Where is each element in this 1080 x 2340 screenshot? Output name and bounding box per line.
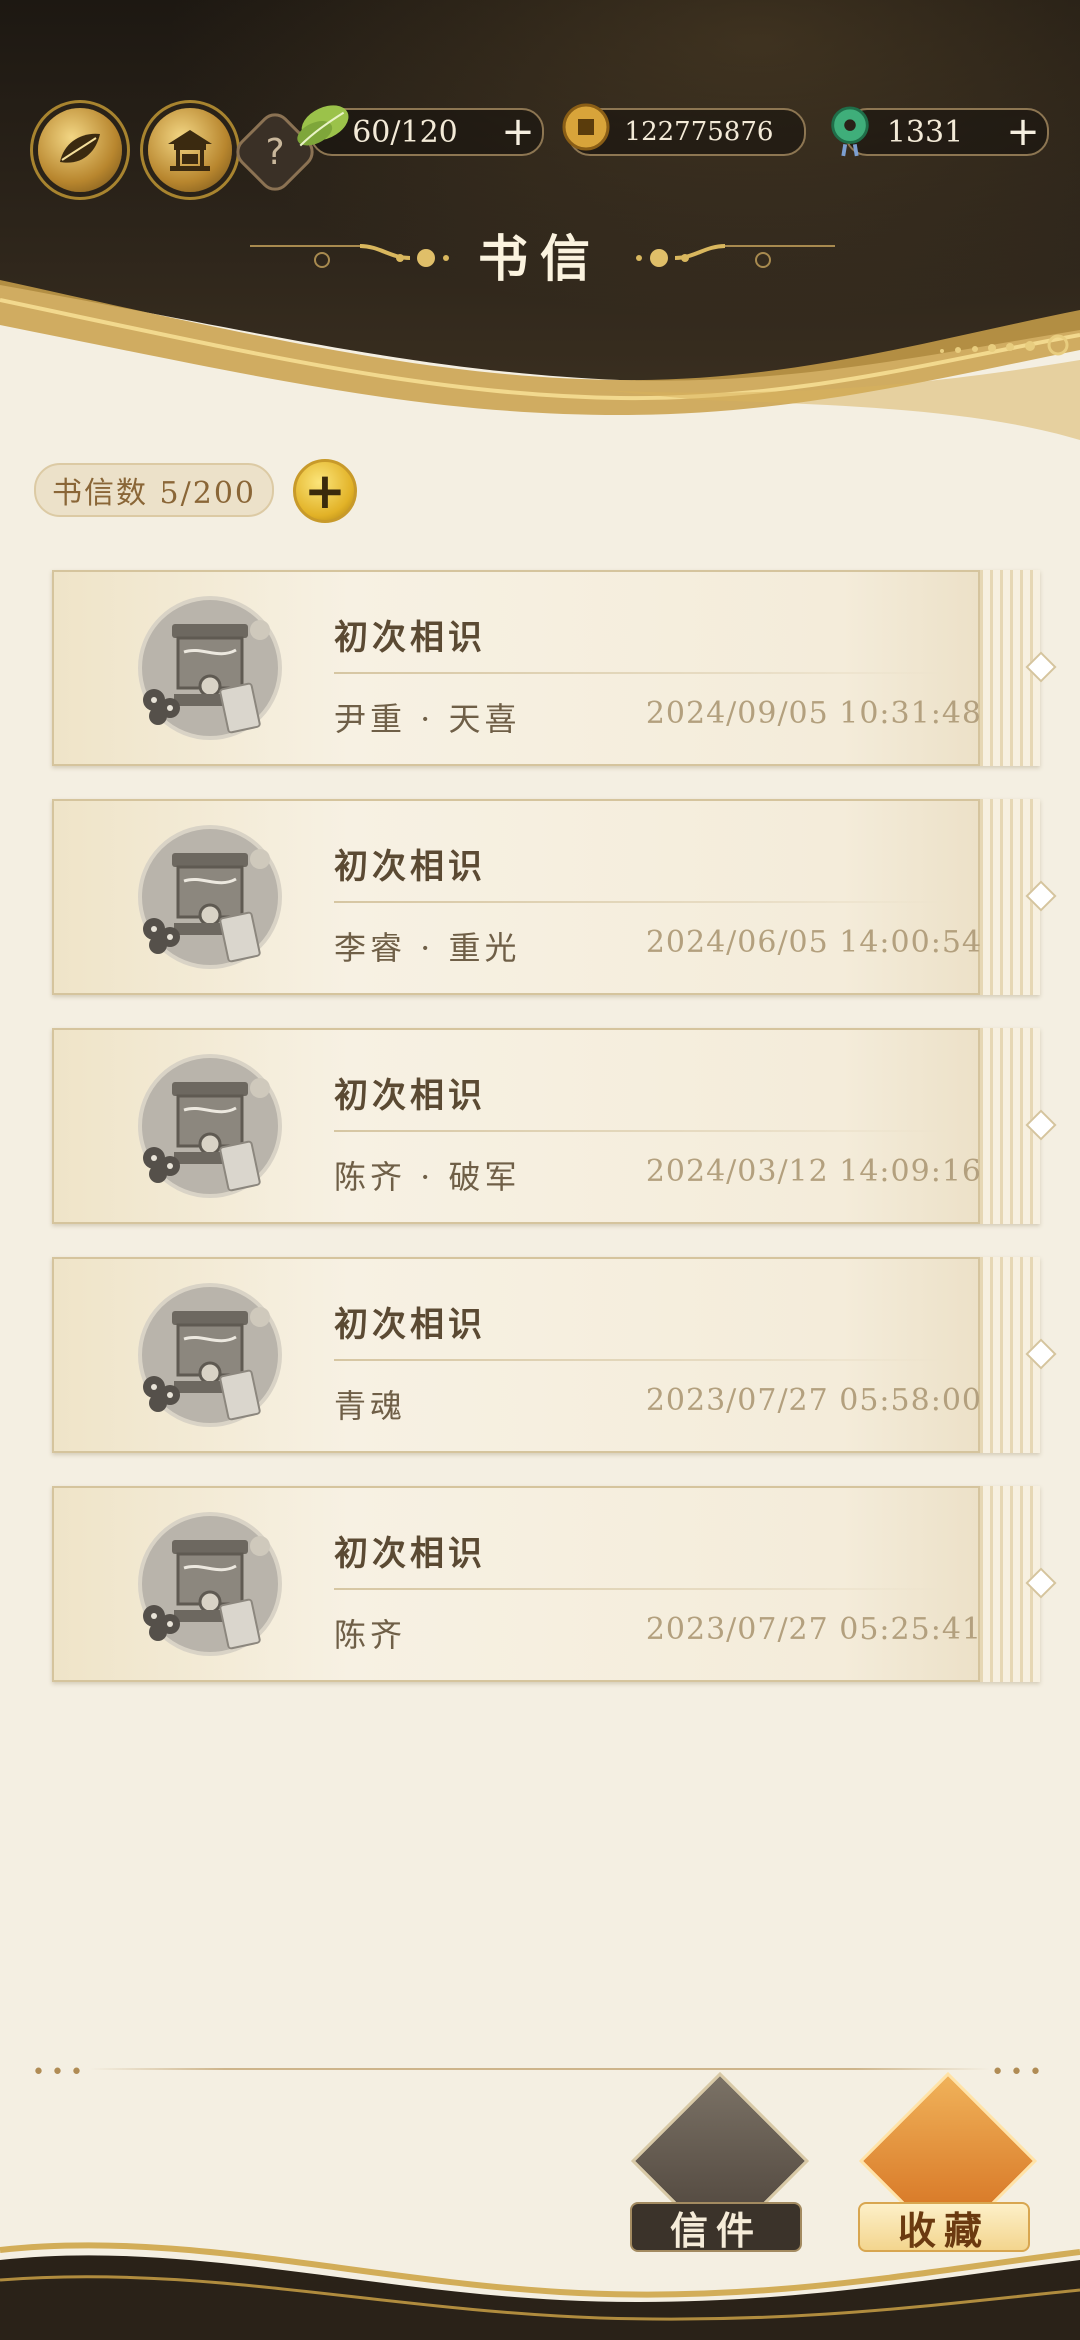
letter-count-badge: 书信数 5/200: [34, 463, 274, 517]
pavilion-button[interactable]: [148, 108, 232, 192]
letter-timestamp: 2024/09/05 10:31:48: [645, 696, 982, 731]
letter-title: 初次相识: [334, 1305, 486, 1345]
copper-coin-icon: [562, 103, 610, 151]
tab-mail-label: 信件: [630, 2202, 802, 2253]
letter-title: 初次相识: [334, 618, 486, 658]
divider-dots-left: •••: [32, 2060, 89, 2085]
letter-title: 初次相识: [334, 1076, 486, 1116]
plus-icon: +: [304, 462, 346, 520]
letter-timestamp: 2023/07/27 05:25:41: [645, 1612, 982, 1647]
tab-favorites-label: 收藏: [858, 2202, 1030, 2253]
letter-sender: 陈齐: [334, 1616, 407, 1654]
letter-title: 初次相识: [334, 847, 486, 887]
letter-timestamp: 2024/06/05 14:00:54: [645, 925, 982, 960]
letter-seal-icon: [138, 1283, 282, 1427]
letter-seal-icon: [138, 825, 282, 969]
letter-title: 初次相识: [334, 1534, 486, 1574]
home-button[interactable]: [38, 108, 122, 192]
letter-count-label: 书信数 5/200: [52, 476, 256, 511]
letter-timestamp: 2023/07/27 05:58:00: [645, 1383, 982, 1418]
letter-capacity-add-button[interactable]: +: [293, 459, 357, 523]
tab-mail[interactable]: 信件: [622, 2071, 810, 2253]
letter-seal-icon: [138, 1054, 282, 1198]
leaf-icon: [297, 105, 349, 147]
page-title: 书信: [478, 229, 602, 288]
jade-pendant-icon: [831, 106, 869, 157]
letter-sender: 尹重 · 天喜: [334, 700, 521, 738]
letter-sender: 陈齐 · 破军: [334, 1158, 521, 1196]
tab-favorites[interactable]: 收藏: [850, 2071, 1038, 2253]
letter-sender: 李睿 · 重光: [334, 929, 521, 967]
letter-timestamp: 2024/03/12 14:09:16: [645, 1154, 982, 1189]
letter-card[interactable]: 初次相识 陈齐 · 破军 2024/03/12 14:09:16: [52, 1028, 1057, 1224]
pavilion-icon: [168, 130, 212, 171]
bottom-divider: [90, 2068, 990, 2070]
leaf-emblem-icon: [60, 133, 100, 163]
top-banner: [0, 0, 1080, 400]
jade-add-button[interactable]: +: [1003, 109, 1043, 155]
letter-card[interactable]: 初次相识 青魂 2023/07/27 05:58:00: [52, 1257, 1057, 1453]
letter-card[interactable]: 初次相识 李睿 · 重光 2024/06/05 14:00:54: [52, 799, 1057, 995]
letter-card[interactable]: 初次相识 尹重 · 天喜 2024/09/05 10:31:48: [52, 570, 1057, 766]
letter-card[interactable]: 初次相识 陈齐 2023/07/27 05:25:41: [52, 1486, 1057, 1682]
letter-seal-icon: [138, 596, 282, 740]
letter-sender: 青魂: [334, 1387, 407, 1425]
jade-counter: 1331 +: [845, 108, 1049, 156]
stamina-add-button[interactable]: +: [498, 109, 538, 155]
letter-seal-icon: [138, 1512, 282, 1656]
